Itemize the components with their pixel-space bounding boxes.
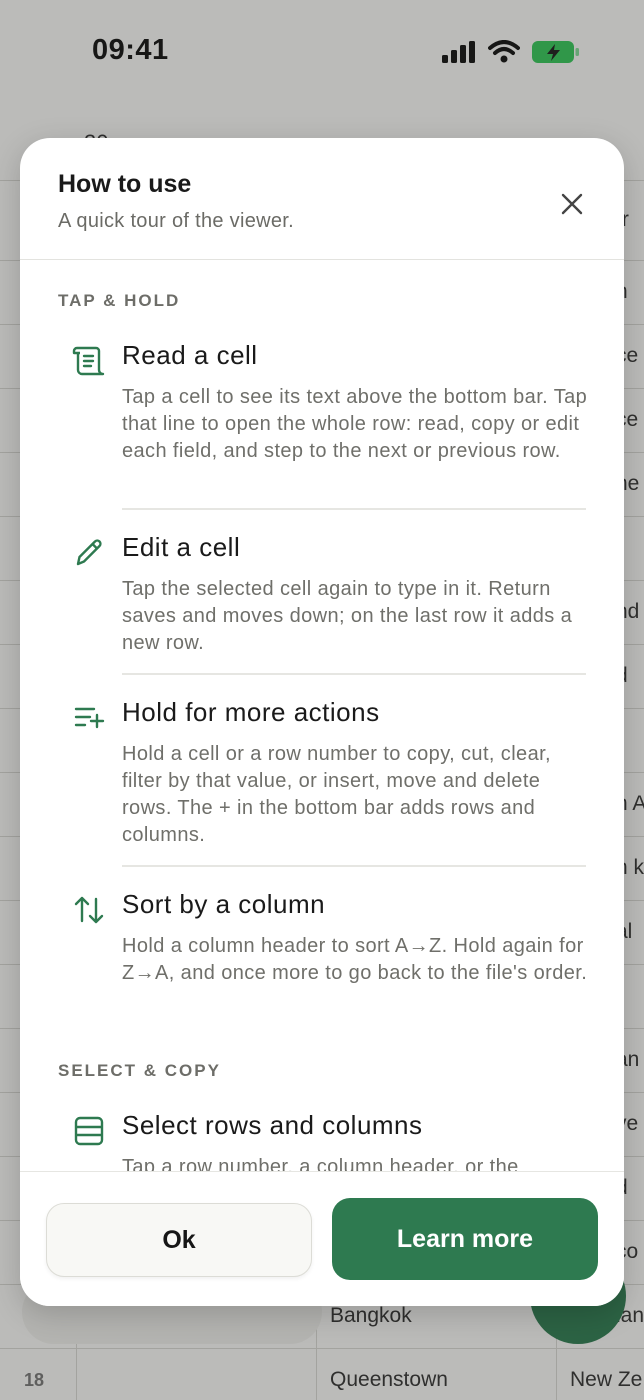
ok-button[interactable]: Ok	[46, 1203, 312, 1277]
tip-description: Hold a cell or a row number to copy, cut…	[122, 743, 552, 846]
tip-divider	[122, 865, 586, 867]
tip-title: Read a cell	[122, 340, 258, 370]
tip-divider	[122, 508, 586, 510]
close-icon	[561, 193, 583, 215]
tip-description: Tap a cell to see its text above the bot…	[122, 386, 588, 462]
tip-title: Select rows and columns	[122, 1110, 423, 1140]
sort-arrows-icon	[74, 896, 104, 924]
section-heading-tap-hold: TAP & HOLD	[58, 291, 181, 310]
section-heading-select-copy: SELECT & COPY	[58, 1061, 221, 1080]
tip-description: Tap a row number, a column header, or th…	[122, 1156, 519, 1171]
sheet-footer: Ok Learn more	[20, 1171, 624, 1306]
sheet-body[interactable]: TAP & HOLD Read a cell Tap a cell to see…	[20, 261, 624, 1171]
close-button[interactable]	[552, 184, 592, 224]
list-plus-icon	[74, 707, 105, 729]
sheet-title: How to use	[58, 170, 192, 198]
tip-description: Tap the selected cell again to type in i…	[122, 578, 573, 654]
tip-divider	[122, 673, 586, 675]
sheet-subtitle: A quick tour of the viewer.	[58, 210, 295, 232]
pencil-icon	[76, 539, 102, 566]
tip-description: Hold a column header to sort A→Z. Hold a…	[122, 935, 588, 984]
sheet-header: How to use A quick tour of the viewer.	[20, 138, 624, 260]
tip-title: Sort by a column	[122, 889, 326, 919]
scroll-icon	[72, 346, 105, 376]
how-to-use-sheet: How to use A quick tour of the viewer. T…	[20, 138, 624, 1306]
table-rows-icon	[74, 1116, 104, 1146]
tip-title: Hold for more actions	[122, 697, 380, 727]
learn-more-button[interactable]: Learn more	[332, 1198, 598, 1280]
tip-title: Edit a cell	[122, 532, 241, 562]
